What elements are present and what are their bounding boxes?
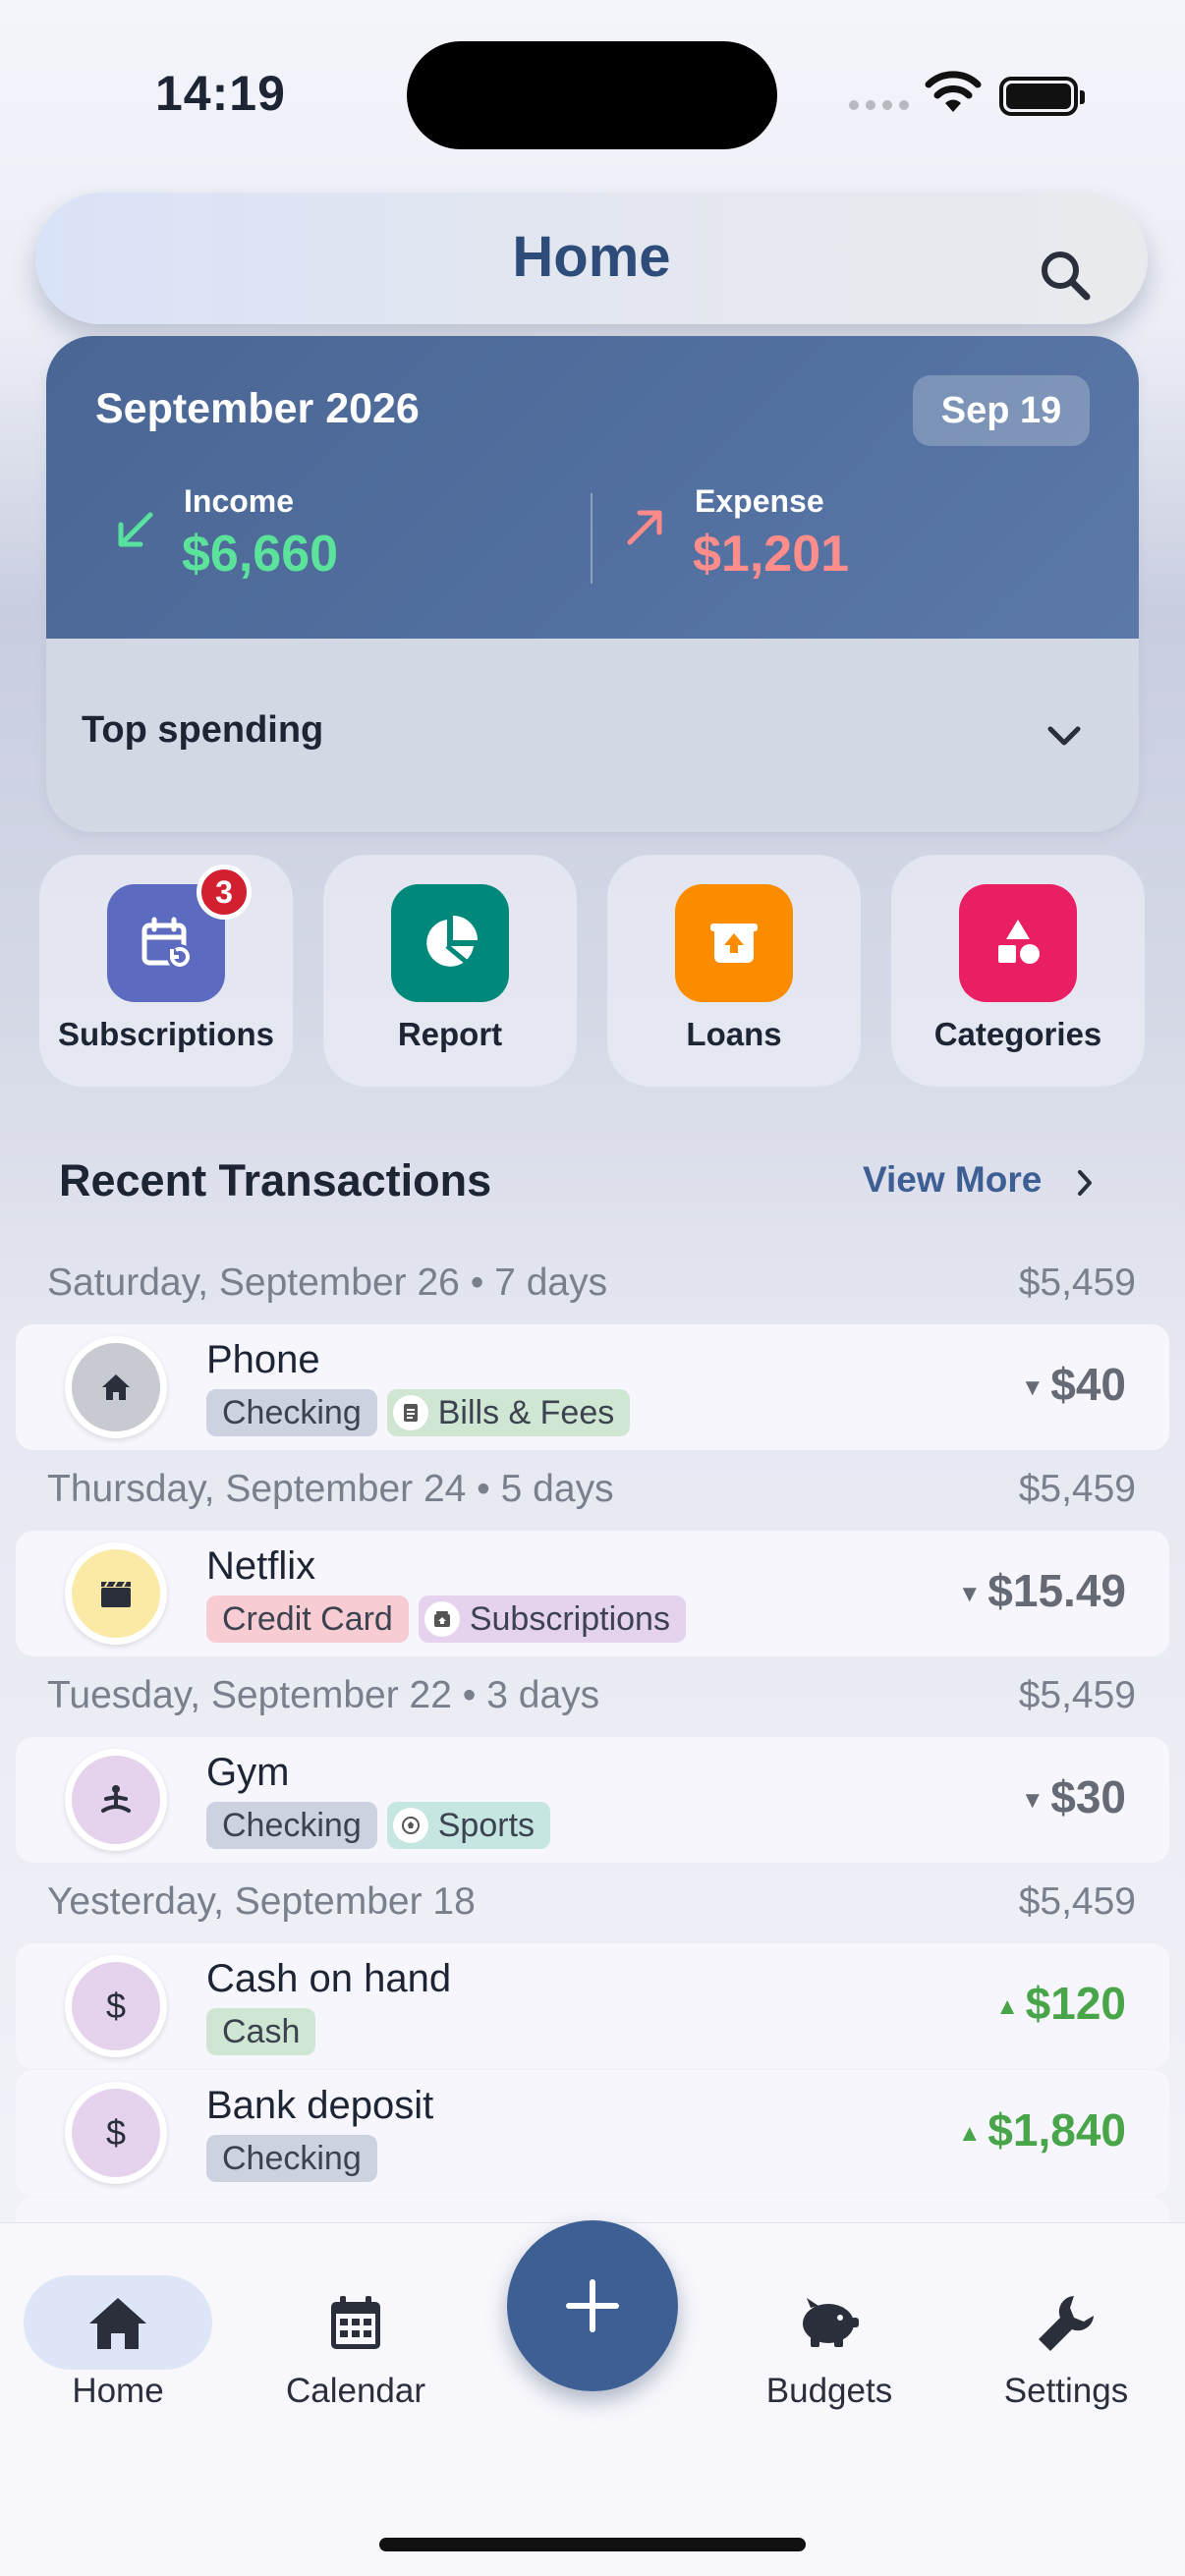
ball-icon — [392, 1808, 428, 1843]
transaction-name: Bank deposit — [206, 2084, 434, 2127]
income-caret-icon: ▲ — [957, 2119, 988, 2147]
categories-label: Categories — [933, 1016, 1102, 1052]
day-balance: $5,459 — [1018, 1674, 1136, 1716]
dollar-icon: $ — [65, 2082, 167, 2184]
recent-transactions-title: Recent Transactions — [59, 1155, 492, 1205]
loans-label: Loans — [686, 1016, 782, 1052]
transaction-name: Gym — [206, 1751, 290, 1794]
chevron-right-icon[interactable] — [1075, 1167, 1095, 1199]
signal-icon — [849, 100, 909, 110]
transaction-row[interactable]: $ Cash on hand Cash ▲ $120 — [16, 1943, 1169, 2069]
wrench-icon — [968, 2289, 1164, 2358]
expense-caret-icon: ▼ — [1020, 1786, 1051, 1814]
expense-caret-icon: ▼ — [957, 1580, 988, 1607]
transaction-row[interactable]: Netflix Credit Card Subscriptions ▼ $15.… — [16, 1531, 1169, 1656]
dollar-icon: $ — [65, 1955, 167, 2057]
nav-calendar-label: Calendar — [285, 2372, 426, 2410]
nav-settings-label: Settings — [1003, 2372, 1129, 2410]
transaction-amount: ▲ $1,840 — [957, 2104, 1126, 2156]
month-summary-card[interactable]: September 2026 Sep 19 Income $6,660 Expe… — [46, 336, 1139, 832]
status-time: 14:19 — [155, 66, 286, 121]
subscriptions-badge: 3 — [197, 865, 252, 920]
home-indicator — [379, 2538, 806, 2551]
day-header: Saturday, September 26 • 7 days — [47, 1261, 608, 1304]
account-tag: Credit Card — [206, 1596, 409, 1643]
header-bar: Home — [35, 193, 1148, 324]
subscriptions-label: Subscriptions — [57, 1016, 275, 1052]
home-icon — [65, 1336, 167, 1438]
piggy-bank-icon — [731, 2289, 928, 2358]
summary-month: September 2026 — [95, 385, 420, 432]
view-more-link[interactable]: View More — [863, 1159, 1042, 1201]
plus-icon — [566, 2279, 619, 2332]
transaction-row[interactable]: $ Bank deposit Checking ▲ $1,840 — [16, 2070, 1169, 2196]
nav-calendar[interactable]: Calendar — [257, 2271, 454, 2411]
yoga-icon — [65, 1749, 167, 1851]
nav-home-label: Home — [72, 2372, 164, 2410]
transaction-name: Cash on hand — [206, 1957, 452, 2000]
add-transaction-button[interactable] — [507, 2220, 678, 2391]
transaction-amount: ▼ $40 — [1020, 1359, 1126, 1410]
page-title: Home — [512, 225, 671, 289]
wifi-icon — [925, 71, 982, 112]
pie-chart-icon — [391, 884, 509, 1002]
date-badge[interactable]: Sep 19 — [913, 375, 1090, 446]
transaction-row[interactable]: Gym Checking Sports ▼ $30 — [16, 1737, 1169, 1863]
transaction-amount: ▲ $120 — [995, 1978, 1126, 2029]
nav-budgets-label: Budgets — [765, 2372, 893, 2410]
expense-value: $1,201 — [693, 526, 850, 583]
income-caret-icon: ▲ — [995, 1992, 1026, 2020]
expense-caret-icon: ▼ — [1020, 1373, 1051, 1401]
chevron-down-icon[interactable] — [1044, 721, 1084, 749]
account-tag: Checking — [206, 2135, 377, 2182]
archive-upload-icon — [675, 884, 793, 1002]
report-button[interactable]: Report — [323, 855, 577, 1087]
account-tag: Cash — [206, 2008, 316, 2055]
home-icon — [20, 2289, 216, 2358]
report-label: Report — [397, 1016, 503, 1052]
top-spending-label[interactable]: Top spending — [82, 709, 323, 752]
dynamic-island — [407, 41, 777, 149]
search-icon[interactable] — [1032, 242, 1100, 310]
account-tag: Checking — [206, 1802, 377, 1849]
shapes-icon — [959, 884, 1077, 1002]
day-header: Thursday, September 24 • 5 days — [47, 1468, 614, 1510]
day-balance: $5,459 — [1018, 1261, 1136, 1304]
calendar-icon — [257, 2289, 454, 2358]
clapperboard-icon — [65, 1542, 167, 1645]
categories-button[interactable]: Categories — [891, 855, 1145, 1087]
nav-budgets[interactable]: Budgets — [731, 2271, 928, 2411]
day-header: Yesterday, September 18 — [47, 1880, 476, 1923]
day-balance: $5,459 — [1018, 1880, 1136, 1923]
day-balance: $5,459 — [1018, 1468, 1136, 1510]
loans-button[interactable]: Loans — [607, 855, 861, 1087]
summary-divider — [591, 493, 592, 584]
battery-icon — [999, 77, 1085, 116]
income-value: $6,660 — [182, 526, 339, 583]
category-tag: Subscriptions — [418, 1596, 686, 1643]
account-tag: Checking — [206, 1389, 377, 1436]
expense-label: Expense — [695, 483, 824, 519]
day-header: Tuesday, September 22 • 3 days — [47, 1674, 600, 1716]
transaction-row[interactable]: Phone Checking Bills & Fees ▼ $40 — [16, 1324, 1169, 1450]
income-arrow-icon — [118, 512, 153, 547]
transaction-name: Netflix — [206, 1544, 316, 1588]
summary-header: September 2026 Sep 19 Income $6,660 Expe… — [46, 336, 1139, 639]
subscriptions-button[interactable]: 3 Subscriptions — [39, 855, 293, 1087]
subscription-icon — [423, 1601, 460, 1637]
transaction-name: Phone — [206, 1338, 320, 1381]
transaction-amount: ▼ $30 — [1020, 1771, 1126, 1822]
category-tag: Sports — [386, 1802, 551, 1849]
category-tag: Bills & Fees — [386, 1389, 631, 1436]
bill-icon — [392, 1395, 428, 1430]
nav-home[interactable]: Home — [20, 2271, 216, 2411]
nav-settings[interactable]: Settings — [968, 2271, 1164, 2411]
expense-arrow-icon — [627, 510, 662, 545]
transaction-amount: ▼ $15.49 — [957, 1565, 1126, 1616]
income-label: Income — [184, 483, 295, 519]
